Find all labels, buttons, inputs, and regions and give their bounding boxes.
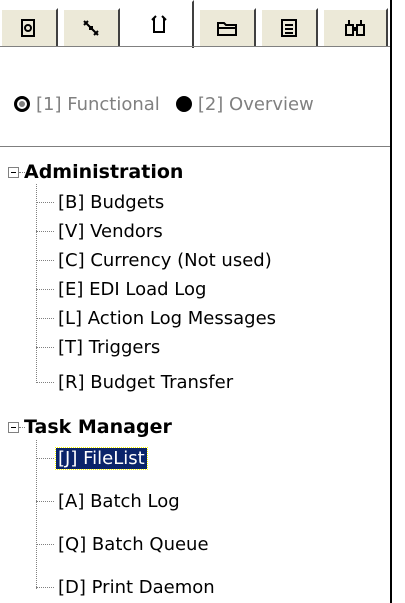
tab-folder[interactable] (198, 8, 256, 46)
list-icon (281, 19, 297, 37)
tree-group-administration[interactable]: Administration (24, 158, 183, 186)
tree-item-label: [L] Action Log Messages (58, 307, 277, 329)
tree-connector (36, 347, 54, 348)
tree-connector (36, 382, 54, 383)
tab-binoculars[interactable] (322, 8, 388, 46)
tree-item-label: [B] Budgets (58, 191, 165, 213)
radio-functional-indicator[interactable] (14, 96, 30, 112)
tree-connector (36, 184, 37, 383)
tree-item-label: [V] Vendors (58, 220, 163, 242)
tree-item-vendors[interactable]: [V] Vendors (56, 217, 165, 245)
tree-connector (36, 260, 54, 261)
tree-connector (36, 231, 54, 232)
separator (0, 146, 392, 147)
tree-group-task-manager[interactable]: Task Manager (24, 413, 172, 441)
tree-connector (36, 318, 54, 319)
view-mode-options: [1] Functional [2] Overview (14, 90, 330, 118)
radio-overview[interactable]: [2] Overview (175, 93, 314, 115)
tree-connector (36, 587, 54, 588)
tree-item-filelist[interactable]: [J] FileList (55, 444, 148, 472)
tab-baseline (0, 46, 392, 47)
tab-list[interactable] (260, 8, 318, 46)
tree-connector (36, 289, 54, 290)
radio-overview-indicator[interactable] (175, 96, 192, 112)
tree-group-label: Task Manager (24, 416, 172, 438)
tree-group-label: Administration (24, 161, 184, 183)
tree-item-label: [Q] Batch Queue (58, 533, 209, 555)
tree-item-currency[interactable]: [C] Currency (Not used) (56, 246, 274, 274)
radio-functional-label: [1] Functional (36, 93, 160, 115)
tree-item-budget-transfer[interactable]: [R] Budget Transfer (56, 368, 235, 396)
tree-item-label: [C] Currency (Not used) (58, 249, 272, 271)
administration-collapse-toggle[interactable] (8, 167, 19, 178)
radio-functional[interactable]: [1] Functional (14, 94, 160, 115)
tree-connector (36, 501, 54, 502)
binoculars-icon (345, 20, 365, 36)
tab-task[interactable] (124, 0, 194, 48)
radio-overview-label: [2] Overview (197, 93, 314, 115)
tree-connector (36, 544, 54, 545)
tab-tools[interactable] (62, 8, 120, 46)
tree-item-batch-log[interactable]: [A] Batch Log (56, 487, 182, 515)
tab-query[interactable] (0, 8, 58, 46)
tree-connector (36, 440, 37, 589)
panel-right-border (390, 0, 392, 603)
task-manager-collapse-toggle[interactable] (8, 422, 19, 433)
tools-icon (83, 20, 99, 36)
tree-item-edi-load-log[interactable]: [E] EDI Load Log (56, 275, 208, 303)
tree-item-label-selected: [J] FileList (55, 446, 148, 470)
tree-item-batch-queue[interactable]: [Q] Batch Queue (56, 530, 211, 558)
tree-item-label: [E] EDI Load Log (58, 278, 207, 300)
query-icon (21, 19, 35, 37)
tree-item-label: [T] Triggers (58, 336, 161, 358)
tree-connector (36, 202, 54, 203)
task-icon (151, 15, 167, 33)
tree-item-triggers[interactable]: [T] Triggers (56, 333, 162, 361)
folder-icon (217, 22, 237, 36)
tree-item-budgets[interactable]: [B] Budgets (56, 188, 166, 216)
tree-connector (36, 458, 54, 459)
tree-item-label: [R] Budget Transfer (58, 371, 234, 393)
tree-item-label: [D] Print Daemon (58, 576, 215, 598)
tree-item-action-log-messages[interactable]: [L] Action Log Messages (56, 304, 278, 332)
tab-strip (0, 0, 392, 48)
tree-item-label: [A] Batch Log (58, 490, 180, 512)
tree-item-print-daemon[interactable]: [D] Print Daemon (56, 573, 217, 601)
